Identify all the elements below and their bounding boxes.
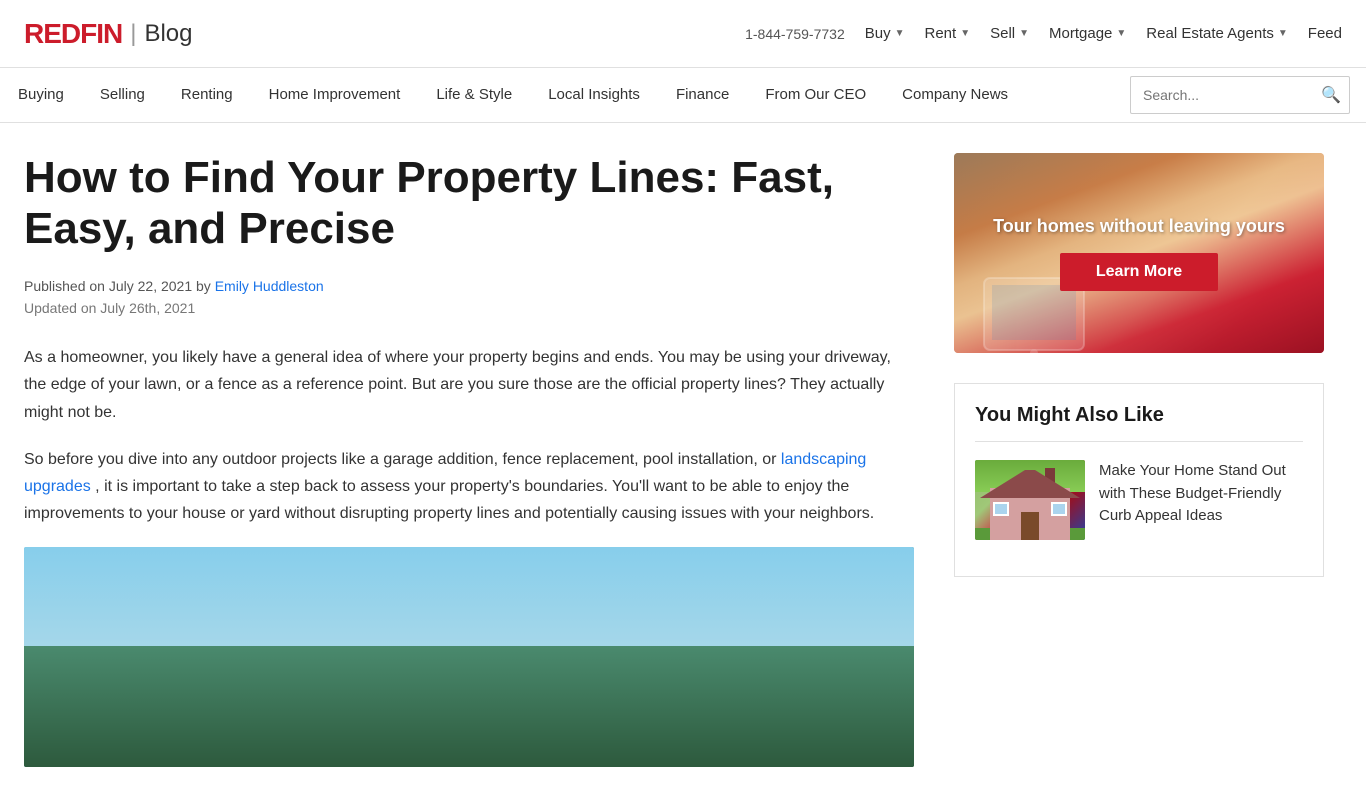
thumb-roof <box>980 470 1080 498</box>
thumb-door <box>1021 512 1039 540</box>
thumb-window-right <box>1051 502 1067 516</box>
house-thumbnail-image <box>975 460 1085 540</box>
paragraph2-suffix: , it is important to take a step back to… <box>24 478 874 522</box>
author-link[interactable]: Emily Huddleston <box>215 278 324 294</box>
published-text: Published on July 22, 2021 by <box>24 278 211 294</box>
sell-nav-item[interactable]: Sell ▼ <box>990 25 1029 42</box>
sidebar-item-home-improvement[interactable]: Home Improvement <box>251 72 419 119</box>
buy-arrow-icon: ▼ <box>895 28 905 39</box>
ymls-thumbnail <box>975 460 1085 540</box>
thumb-window-left <box>993 502 1009 516</box>
mortgage-arrow-icon: ▼ <box>1116 28 1126 39</box>
ad-banner: Tour homes without leaving yours Learn M… <box>954 153 1324 353</box>
article-title: How to Find Your Property Lines: Fast, E… <box>24 153 914 254</box>
main-layout: How to Find Your Property Lines: Fast, E… <box>0 123 1366 797</box>
buy-nav-item[interactable]: Buy ▼ <box>865 25 905 42</box>
real-estate-agents-label: Real Estate Agents <box>1146 25 1274 42</box>
ymls-title: You Might Also Like <box>975 404 1303 427</box>
logo-separator: | <box>130 20 136 48</box>
article-image <box>24 547 914 767</box>
image-trees <box>24 646 914 767</box>
paragraph2-prefix: So before you dive into any outdoor proj… <box>24 451 776 468</box>
sidebar-item-life-style[interactable]: Life & Style <box>418 72 530 119</box>
sidebar-item-buying[interactable]: Buying <box>0 72 82 119</box>
sidebar-item-selling[interactable]: Selling <box>82 72 163 119</box>
logo-area[interactable]: REDFIN | Blog <box>24 18 193 50</box>
blog-label: Blog <box>144 20 192 48</box>
article-paragraph-2: So before you dive into any outdoor proj… <box>24 446 914 528</box>
article-area: How to Find Your Property Lines: Fast, E… <box>24 153 914 767</box>
ymls-item-title: Make Your Home Stand Out with These Budg… <box>1099 460 1303 528</box>
sidebar-item-from-our-ceo[interactable]: From Our CEO <box>747 72 884 119</box>
article-paragraph-1: As a homeowner, you likely have a genera… <box>24 344 914 426</box>
rent-arrow-icon: ▼ <box>960 28 970 39</box>
you-might-also-like-section: You Might Also Like Make Your Hom <box>954 383 1324 577</box>
ymls-divider <box>975 441 1303 442</box>
search-input[interactable] <box>1131 79 1311 111</box>
cat-nav-items: Buying Selling Renting Home Improvement … <box>0 72 1026 119</box>
category-nav: Buying Selling Renting Home Improvement … <box>0 68 1366 123</box>
mortgage-nav-item[interactable]: Mortgage ▼ <box>1049 25 1126 42</box>
rent-label: Rent <box>925 25 957 42</box>
search-bar[interactable]: 🔍 <box>1130 76 1350 114</box>
sidebar-item-local-insights[interactable]: Local Insights <box>530 72 658 119</box>
learn-more-button[interactable]: Learn More <box>1060 253 1218 291</box>
redfin-logo: REDFIN <box>24 18 122 50</box>
top-nav-right: 1-844-759-7732 Buy ▼ Rent ▼ Sell ▼ Mortg… <box>745 25 1342 42</box>
real-estate-agents-nav-item[interactable]: Real Estate Agents ▼ <box>1146 25 1288 42</box>
article-updated: Updated on July 26th, 2021 <box>24 300 914 316</box>
buy-label: Buy <box>865 25 891 42</box>
list-item[interactable]: Make Your Home Stand Out with These Budg… <box>975 460 1303 540</box>
sidebar-item-renting[interactable]: Renting <box>163 72 251 119</box>
mortgage-label: Mortgage <box>1049 25 1112 42</box>
feed-nav-item[interactable]: Feed <box>1308 25 1342 42</box>
image-sky <box>24 547 914 657</box>
agents-arrow-icon: ▼ <box>1278 28 1288 39</box>
article-meta: Published on July 22, 2021 by Emily Hudd… <box>24 278 914 294</box>
ad-banner-text: Tour homes without leaving yours <box>993 216 1285 237</box>
top-nav: REDFIN | Blog 1-844-759-7732 Buy ▼ Rent … <box>0 0 1366 68</box>
sidebar: Tour homes without leaving yours Learn M… <box>954 153 1324 767</box>
search-button[interactable]: 🔍 <box>1311 77 1350 113</box>
sidebar-item-finance[interactable]: Finance <box>658 72 747 119</box>
sell-label: Sell <box>990 25 1015 42</box>
phone-number: 1-844-759-7732 <box>745 26 845 42</box>
article-body: As a homeowner, you likely have a genera… <box>24 344 914 527</box>
search-icon: 🔍 <box>1321 87 1341 104</box>
rent-nav-item[interactable]: Rent ▼ <box>925 25 971 42</box>
sidebar-item-company-news[interactable]: Company News <box>884 72 1026 119</box>
sell-arrow-icon: ▼ <box>1019 28 1029 39</box>
